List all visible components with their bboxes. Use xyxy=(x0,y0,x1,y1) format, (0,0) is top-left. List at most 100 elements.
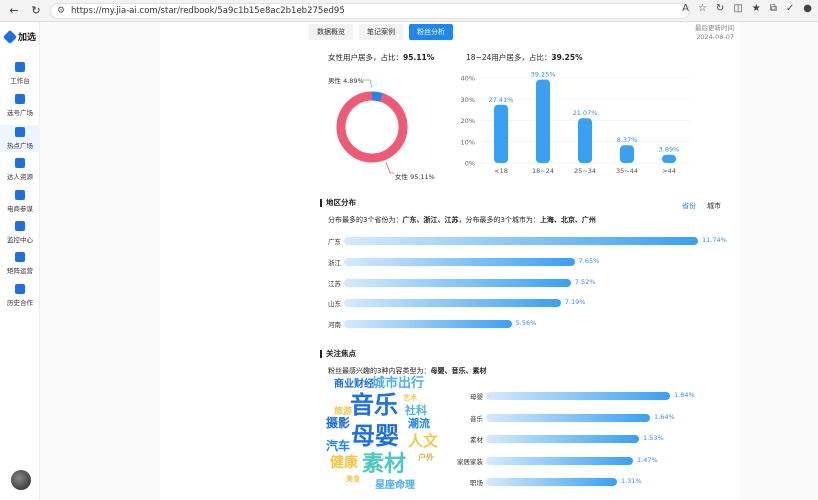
word-cloud-word: 城市出行 xyxy=(372,376,425,391)
sidebar-item-label: 热点广场 xyxy=(7,142,33,150)
word-cloud-word: 潮流 xyxy=(408,417,430,430)
back-icon[interactable]: ← xyxy=(6,3,22,19)
sidebar-item-label: 达人资源 xyxy=(7,173,33,181)
gender-summary-prefix: 女性用户居多，占比： xyxy=(328,53,403,62)
word-cloud-word: 旅游 xyxy=(334,407,353,417)
sidebar-item-history[interactable]: 历史合作 xyxy=(0,284,40,307)
region-bar[interactable] xyxy=(344,278,571,287)
collections-icon[interactable]: ⧉ xyxy=(770,3,777,14)
word-cloud-word: 音乐 xyxy=(350,391,398,419)
tab-fan-analysis[interactable]: 粉丝分析 xyxy=(409,24,453,40)
age-category-label: >44 xyxy=(662,167,676,175)
sidebar-item-workbench[interactable]: 工作台 xyxy=(0,62,40,85)
monitor-icon xyxy=(15,221,25,231)
read-aloud-icon[interactable]: A xyxy=(682,3,689,14)
search-icon xyxy=(15,94,25,104)
page-gutter-left xyxy=(40,22,160,500)
sidebar-item-matrix[interactable]: 矩阵运营 xyxy=(0,252,40,275)
address-bar[interactable]: ⚙ https://my.jia-ai.com/star/redbook/5a9… xyxy=(50,3,690,19)
split-screen-icon[interactable]: ◫ xyxy=(733,3,742,14)
age-bar[interactable] xyxy=(662,154,676,163)
age-bar[interactable] xyxy=(620,145,634,163)
sidebar-item-monitor[interactable]: 监控中心 xyxy=(0,221,40,244)
brand-name: 加选 xyxy=(18,33,37,43)
age-bar[interactable] xyxy=(578,118,592,163)
sidebar-item-label: 监控中心 xyxy=(7,236,33,244)
y-tick-label: 10% xyxy=(461,138,475,146)
interest-name: 音乐 xyxy=(470,414,483,423)
word-cloud-word: 社科 xyxy=(405,404,427,417)
interest-bar[interactable] xyxy=(486,478,617,487)
age-bar[interactable] xyxy=(536,79,550,163)
avatar[interactable] xyxy=(11,470,31,490)
desk-icon xyxy=(15,62,25,72)
interest-value: 1.31% xyxy=(621,477,642,486)
region-summary-cities: 上海、北京、广州 xyxy=(539,216,596,224)
refresh-page-icon[interactable]: ↻ xyxy=(716,3,724,14)
region-value: 7.19% xyxy=(564,298,586,307)
gender-summary: 女性用户居多，占比：95.11% xyxy=(328,52,434,63)
interest-bar[interactable] xyxy=(486,413,650,422)
favorite-icon[interactable]: ☆ xyxy=(698,3,707,14)
sidebar-item-creators[interactable]: 达人资源 xyxy=(0,158,40,181)
interest-bar[interactable] xyxy=(486,435,639,444)
tab-overview[interactable]: 数据概览 xyxy=(309,24,353,40)
female-label-leader xyxy=(385,161,394,174)
region-bar[interactable] xyxy=(344,257,575,266)
age-bar-value-label: 27.41% xyxy=(489,96,514,104)
interest-summary: 粉丝最感兴趣的3种内容类型为：母婴、音乐、素材 xyxy=(328,366,486,376)
region-value: 7.65% xyxy=(578,256,600,265)
y-tick-label: 20% xyxy=(461,117,475,125)
toggle-city[interactable]: 城市 xyxy=(707,201,721,211)
last-updated-date: 2024-08-07 xyxy=(696,33,734,41)
region-bar[interactable] xyxy=(344,299,561,308)
brand-logo[interactable]: 加选 xyxy=(2,29,37,44)
grid-icon xyxy=(15,252,25,262)
region-bar[interactable] xyxy=(344,237,698,245)
sidebar-item-account-square[interactable]: 选号广场 xyxy=(0,94,40,117)
toggle-province[interactable]: 省份 xyxy=(682,201,696,211)
word-cloud-word: 健康 xyxy=(330,455,358,471)
age-summary-prefix: 18~24用户居多，占比： xyxy=(466,53,552,62)
female-slice xyxy=(336,91,408,163)
y-tick-label: 0% xyxy=(465,160,475,168)
reload-icon[interactable]: ↻ xyxy=(28,3,44,19)
tab-bar: 数据概览 笔记案例 粉丝分析 xyxy=(309,24,453,40)
region-name: 山东 xyxy=(328,300,341,309)
extension-icon[interactable]: ✓ xyxy=(786,3,794,14)
profile-icon[interactable]: ● xyxy=(803,3,812,14)
region-summary-prefix: 分布最多的3个省份为： xyxy=(328,216,403,224)
region-name: 河南 xyxy=(328,321,341,330)
shop-icon xyxy=(15,190,25,200)
region-summary-mid: ，分布最多的3个城市为： xyxy=(458,216,540,224)
tab-note-cases[interactable]: 笔记案例 xyxy=(359,24,403,40)
female-label: 女性 95.11% xyxy=(395,173,435,181)
interest-value: 1.84% xyxy=(674,391,695,399)
site-info-icon[interactable]: ⚙ xyxy=(57,6,65,16)
y-tick-label: 40% xyxy=(461,75,475,83)
age-bar-value-label: 8.37% xyxy=(617,136,638,144)
sidebar-item-ecommerce[interactable]: 电商参谋 xyxy=(0,190,40,213)
region-value: 5.56% xyxy=(515,319,537,328)
word-cloud-word: 素材 xyxy=(362,452,407,477)
word-cloud-word: 户外 xyxy=(418,453,434,462)
favorites-icon[interactable]: ★ xyxy=(752,3,761,14)
browser-actions: A ☆ ↻ ◫ ★ ⧉ ✓ ● xyxy=(682,3,812,14)
interest-name: 素材 xyxy=(470,436,483,445)
sidebar-item-hot-square[interactable]: 热点广场 xyxy=(0,125,40,152)
interest-bar[interactable] xyxy=(486,392,670,400)
word-cloud-word: 汽车 xyxy=(326,439,351,453)
y-tick-label: 30% xyxy=(461,96,475,104)
region-bar[interactable] xyxy=(344,320,512,329)
last-updated-label: 最后更新时间 xyxy=(695,24,734,32)
sidebar-item-label: 选号广场 xyxy=(7,109,33,117)
age-bar[interactable] xyxy=(494,104,508,163)
interest-name: 职场 xyxy=(470,479,483,488)
browser-toolbar: ← ↻ ⚙ https://my.jia-ai.com/star/redbook… xyxy=(0,0,818,22)
region-section-title: 地区分布 xyxy=(320,199,356,207)
word-cloud-word: 星座命理 xyxy=(375,480,415,491)
interest-name: 母婴 xyxy=(470,393,483,401)
age-summary: 18~24用户居多，占比：39.25% xyxy=(466,52,583,63)
interest-summary-prefix: 粉丝最感兴趣的3种内容类型为： xyxy=(328,367,431,375)
interest-bar[interactable] xyxy=(486,456,633,465)
